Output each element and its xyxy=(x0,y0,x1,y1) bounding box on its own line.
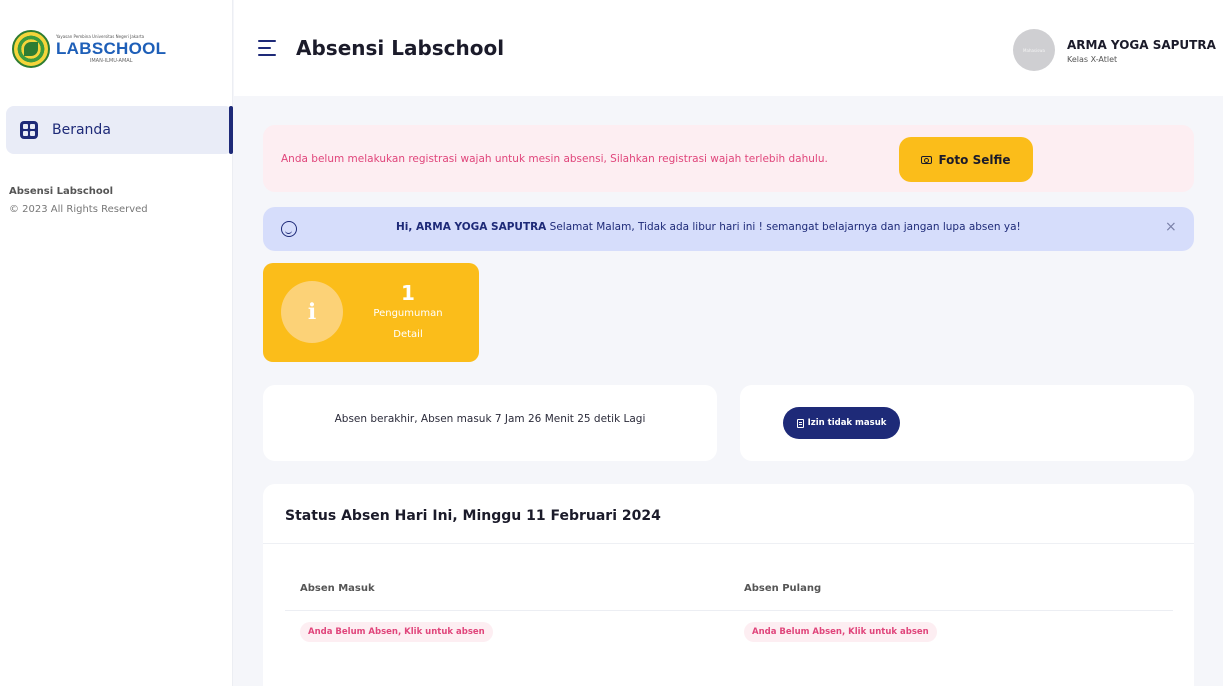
footer-app-name: Absensi Labschool xyxy=(9,186,114,197)
footer-copyright: © 2023 All Rights Reserved xyxy=(9,204,148,215)
dashboard-icon xyxy=(20,121,38,139)
face-registration-alert: Anda belum melakukan registrasi wajah un… xyxy=(263,125,1194,192)
announcement-count: 1 xyxy=(401,281,415,305)
column-header-absen-pulang: Absen Pulang xyxy=(744,583,822,594)
leave-request-card: Izin tidak masuk xyxy=(740,385,1194,461)
announcement-card[interactable]: ℹ 1 Pengumuman Detail xyxy=(263,263,479,362)
foto-selfie-button[interactable]: Foto Selfie xyxy=(899,137,1033,182)
announcement-detail-link[interactable]: Detail xyxy=(353,329,463,340)
info-icon: ℹ xyxy=(281,281,343,343)
greeting-message: Selamat Malam, Tidak ada libur hari ini … xyxy=(546,221,1021,233)
user-class: Kelas X-Atlet xyxy=(1067,55,1118,64)
foto-selfie-label: Foto Selfie xyxy=(938,152,1011,167)
column-header-absen-masuk: Absen Masuk xyxy=(300,583,375,594)
divider xyxy=(263,543,1194,544)
sidebar: Yayasan Pembina Universitas Negeri Jakar… xyxy=(0,0,233,686)
greeting-text: Hi, ARMA YOGA SAPUTRA Selamat Malam, Tid… xyxy=(396,221,1021,233)
labschool-emblem-icon xyxy=(12,30,50,68)
smile-icon xyxy=(281,221,297,237)
row-divider xyxy=(285,610,1173,611)
absen-masuk-status-badge[interactable]: Anda Belum Absen, Klik untuk absen xyxy=(300,622,493,642)
izin-button-label: Izin tidak masuk xyxy=(807,418,887,428)
top-header: Absensi Labschool Mahasiswa ARMA YOGA SA… xyxy=(234,0,1223,96)
status-title: Status Absen Hari Ini, Minggu 11 Februar… xyxy=(285,508,661,524)
attendance-timer-card: Absen berakhir, Absen masuk 7 Jam 26 Men… xyxy=(263,385,717,461)
izin-tidak-masuk-button[interactable]: Izin tidak masuk xyxy=(783,407,900,439)
attendance-countdown: Absen berakhir, Absen masuk 7 Jam 26 Men… xyxy=(334,413,646,425)
registration-message: Anda belum melakukan registrasi wajah un… xyxy=(281,153,828,165)
sidebar-footer: Absensi Labschool © 2023 All Rights Rese… xyxy=(9,186,148,215)
user-name[interactable]: ARMA YOGA SAPUTRA xyxy=(1067,38,1216,52)
logo-name: LABSCHOOL xyxy=(56,38,167,58)
page-title: Absensi Labschool xyxy=(296,36,505,60)
camera-icon xyxy=(921,155,933,164)
logo-motto: IMAN-ILMU-AMAL xyxy=(89,57,133,64)
document-icon xyxy=(796,418,804,428)
announcement-label: Pengumuman xyxy=(373,308,443,319)
logo-subtitle: Yayasan Pembina Universitas Negeri Jakar… xyxy=(56,33,145,39)
greeting-name: Hi, ARMA YOGA SAPUTRA xyxy=(396,221,547,233)
menu-toggle-icon[interactable] xyxy=(258,40,276,56)
sidebar-item-beranda[interactable]: Beranda xyxy=(6,106,233,154)
attendance-status-card: Status Absen Hari Ini, Minggu 11 Februar… xyxy=(263,484,1194,686)
avatar[interactable]: Mahasiswa xyxy=(1013,29,1055,71)
absen-pulang-status-badge[interactable]: Anda Belum Absen, Klik untuk absen xyxy=(744,622,937,642)
labschool-logo[interactable]: Yayasan Pembina Universitas Negeri Jakar… xyxy=(12,30,166,68)
sidebar-item-label: Beranda xyxy=(52,122,111,138)
greeting-alert: Hi, ARMA YOGA SAPUTRA Selamat Malam, Tid… xyxy=(263,207,1194,251)
avatar-placeholder-text: Mahasiswa xyxy=(1023,47,1045,53)
close-icon[interactable]: × xyxy=(1165,220,1177,234)
